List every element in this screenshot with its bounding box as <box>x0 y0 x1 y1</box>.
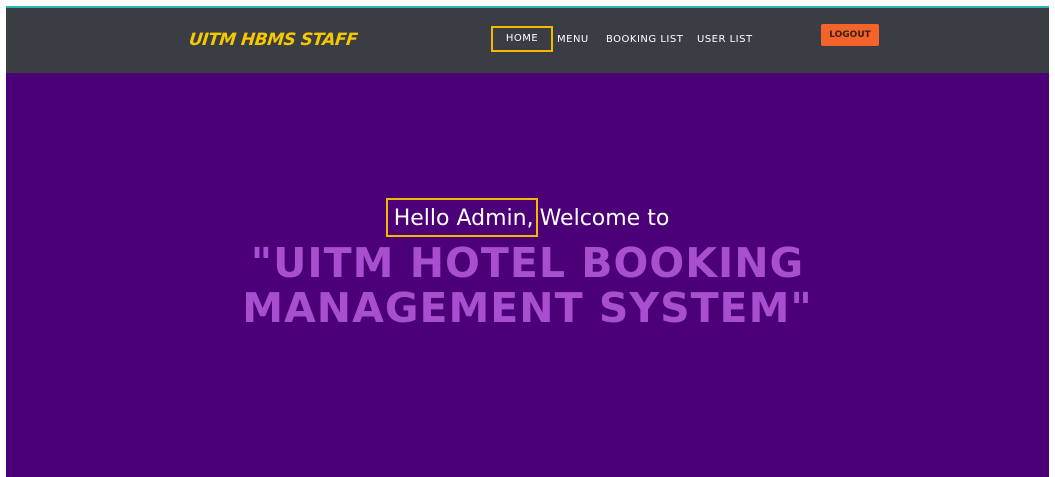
top-navbar: UITM HBMS STAFF HOME MENU BOOKING LIST U… <box>6 6 1049 73</box>
greeting-line: Hello Admin, Welcome to <box>6 198 1049 237</box>
welcome-text: Welcome to <box>539 206 670 231</box>
system-title-line-1: "UITM HOTEL BOOKING <box>250 239 805 287</box>
page-frame: UITM HBMS STAFF HOME MENU BOOKING LIST U… <box>6 6 1049 477</box>
nav-item-user-list[interactable]: USER LIST <box>697 34 753 45</box>
brand-logo[interactable]: UITM HBMS STAFF <box>188 30 358 50</box>
nav-item-menu[interactable]: MENU <box>557 34 589 45</box>
hello-admin-text: Hello Admin, <box>385 198 538 237</box>
system-title-line-2: MANAGEMENT SYSTEM" <box>242 284 813 332</box>
system-title: "UITM HOTEL BOOKING MANAGEMENT SYSTEM" <box>6 241 1049 331</box>
logout-button[interactable]: LOGOUT <box>821 24 879 46</box>
nav-item-booking-list[interactable]: BOOKING LIST <box>606 34 683 45</box>
nav-item-home[interactable]: HOME <box>491 26 553 52</box>
